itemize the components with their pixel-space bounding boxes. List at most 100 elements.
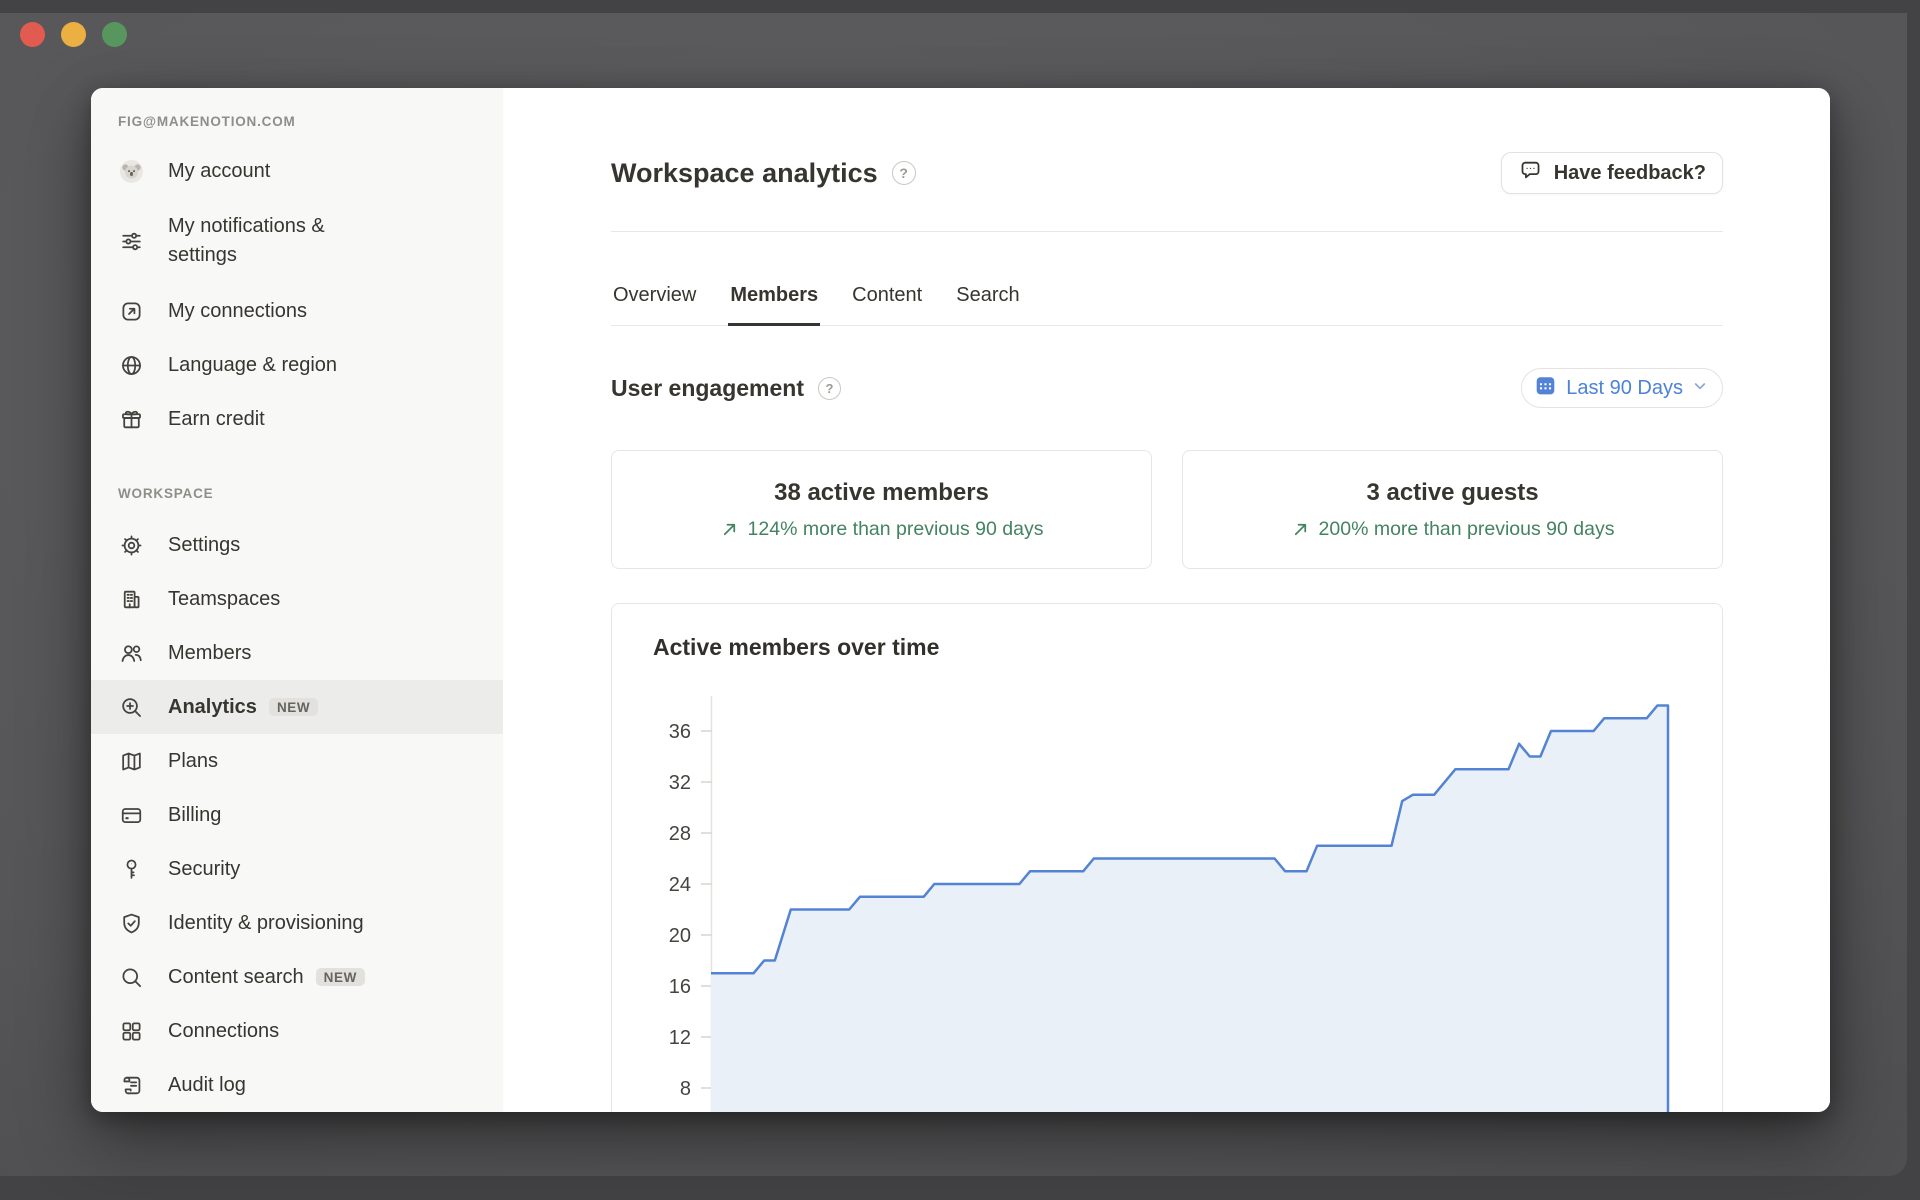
active-guests-card: 3 active guests 200% more than previous … bbox=[1182, 450, 1723, 569]
sidebar-item-my-connections[interactable]: My connections bbox=[91, 284, 503, 338]
sidebar-item-label: My connections bbox=[168, 297, 307, 326]
avatar-icon bbox=[118, 158, 144, 184]
sidebar-item-label: Teamspaces bbox=[168, 585, 280, 614]
sidebar-item-label: Connections bbox=[168, 1017, 279, 1046]
engagement-stat-cards: 38 active members 124% more than previou… bbox=[611, 450, 1723, 569]
svg-text:16: 16 bbox=[669, 976, 691, 998]
sidebar-item-connections[interactable]: Connections bbox=[91, 1004, 503, 1058]
sidebar-item-label: Billing bbox=[168, 801, 221, 830]
arrow-up-right-icon bbox=[1291, 520, 1310, 539]
sidebar-item-audit-log[interactable]: Audit log bbox=[91, 1058, 503, 1112]
sidebar-item-my-account[interactable]: My account bbox=[91, 144, 503, 198]
sidebar-item-identity-provisioning[interactable]: Identity & provisioning bbox=[91, 896, 503, 950]
gear-icon bbox=[118, 532, 144, 558]
tab-search[interactable]: Search bbox=[954, 282, 1021, 326]
gift-icon bbox=[118, 406, 144, 432]
sliders-icon bbox=[118, 228, 144, 254]
sidebar-item-label: Content search bbox=[168, 963, 304, 992]
date-range-dropdown[interactable]: Last 90 Days bbox=[1521, 368, 1723, 408]
minimize-window-button[interactable] bbox=[61, 22, 86, 47]
sidebar-item-settings[interactable]: Settings bbox=[91, 518, 503, 572]
chevron-down-icon bbox=[1692, 377, 1708, 400]
analytics-main-panel: Workspace analytics Have feedback? Overv… bbox=[503, 88, 1830, 1112]
page-title-text: Workspace analytics bbox=[611, 155, 878, 191]
audit-log-icon bbox=[118, 1072, 144, 1098]
zoom-window-button[interactable] bbox=[102, 22, 127, 47]
active-members-delta: 124% more than previous 90 days bbox=[720, 518, 1044, 541]
sidebar-item-billing[interactable]: Billing bbox=[91, 788, 503, 842]
have-feedback-label: Have feedback? bbox=[1554, 162, 1706, 185]
sidebar-item-label: Analytics bbox=[168, 693, 257, 722]
settings-dialog: FIG@MAKENOTION.COM My account My notifica… bbox=[91, 88, 1830, 1112]
calendar-icon bbox=[1534, 374, 1557, 403]
user-engagement-header: User engagement Last 90 Days bbox=[611, 368, 1723, 408]
page-header: Workspace analytics Have feedback? bbox=[611, 152, 1723, 194]
sidebar-item-label: Earn credit bbox=[168, 405, 265, 434]
window-controls bbox=[20, 22, 127, 47]
sidebar-item-label: Plans bbox=[168, 747, 218, 776]
sidebar-item-earn-credit[interactable]: Earn credit bbox=[91, 392, 503, 446]
svg-text:28: 28 bbox=[669, 823, 691, 845]
shield-check-icon bbox=[118, 910, 144, 936]
tab-overview[interactable]: Overview bbox=[611, 282, 698, 326]
svg-text:8: 8 bbox=[680, 1078, 691, 1100]
help-icon[interactable] bbox=[818, 377, 841, 400]
settings-sidebar: FIG@MAKENOTION.COM My account My notifica… bbox=[91, 88, 503, 1112]
close-window-button[interactable] bbox=[20, 22, 45, 47]
sidebar-item-teamspaces[interactable]: Teamspaces bbox=[91, 572, 503, 626]
sidebar-workspace-list: Settings Teamspaces Members Analytics NEW Pla… bbox=[91, 518, 503, 1112]
search-icon bbox=[118, 964, 144, 990]
key-icon bbox=[118, 856, 144, 882]
svg-text:24: 24 bbox=[669, 874, 691, 896]
sidebar-item-content-search[interactable]: Content search NEW bbox=[91, 950, 503, 1004]
active-guests-delta-text: 200% more than previous 90 days bbox=[1319, 518, 1615, 541]
sidebar-item-label: Members bbox=[168, 639, 251, 668]
workspace-section-label: WORKSPACE bbox=[91, 484, 503, 504]
external-link-icon bbox=[118, 298, 144, 324]
sidebar-item-analytics[interactable]: Analytics NEW bbox=[91, 680, 503, 734]
map-icon bbox=[118, 748, 144, 774]
have-feedback-button[interactable]: Have feedback? bbox=[1501, 152, 1723, 194]
arrow-up-right-icon bbox=[720, 520, 739, 539]
active-guests-value: 3 active guests bbox=[1366, 479, 1538, 507]
active-members-delta-text: 124% more than previous 90 days bbox=[748, 518, 1044, 541]
analytics-icon bbox=[118, 694, 144, 720]
sidebar-item-plans[interactable]: Plans bbox=[91, 734, 503, 788]
new-badge: NEW bbox=[269, 698, 318, 717]
svg-text:12: 12 bbox=[669, 1027, 691, 1049]
analytics-tabs: Overview Members Content Search bbox=[611, 232, 1723, 326]
sidebar-item-label: My account bbox=[168, 157, 270, 186]
people-icon bbox=[118, 640, 144, 666]
sidebar-item-members[interactable]: Members bbox=[91, 626, 503, 680]
tab-content[interactable]: Content bbox=[850, 282, 924, 326]
new-badge: NEW bbox=[316, 968, 365, 987]
sidebar-item-my-notifications-settings[interactable]: My notifications & settings bbox=[91, 198, 503, 284]
sidebar-item-label: My notifications & settings bbox=[168, 212, 398, 270]
svg-text:20: 20 bbox=[669, 925, 691, 947]
globe-icon bbox=[118, 352, 144, 378]
credit-card-icon bbox=[118, 802, 144, 828]
user-engagement-title: User engagement bbox=[611, 375, 841, 402]
sidebar-item-label: Audit log bbox=[168, 1071, 246, 1100]
active-members-card: 38 active members 124% more than previou… bbox=[611, 450, 1152, 569]
sidebar-item-language-region[interactable]: Language & region bbox=[91, 338, 503, 392]
help-icon[interactable] bbox=[892, 161, 916, 185]
sidebar-item-label: Security bbox=[168, 855, 240, 884]
date-range-label: Last 90 Days bbox=[1566, 377, 1683, 400]
grid-icon bbox=[118, 1018, 144, 1044]
tab-members[interactable]: Members bbox=[728, 282, 820, 326]
svg-text:32: 32 bbox=[669, 772, 691, 794]
sidebar-item-label: Language & region bbox=[168, 351, 337, 380]
svg-text:36: 36 bbox=[669, 721, 691, 743]
building-icon bbox=[118, 586, 144, 612]
active-members-chart-card: Active members over time 363228242016128 bbox=[611, 603, 1723, 1112]
account-email-label: FIG@MAKENOTION.COM bbox=[91, 112, 503, 132]
sidebar-item-label: Identity & provisioning bbox=[168, 909, 364, 938]
active-members-value: 38 active members bbox=[774, 479, 989, 507]
active-guests-delta: 200% more than previous 90 days bbox=[1291, 518, 1615, 541]
sidebar-account-list: My account My notifications & settings My … bbox=[91, 144, 503, 446]
sidebar-item-security[interactable]: Security bbox=[91, 842, 503, 896]
sidebar-item-label: Settings bbox=[168, 531, 240, 560]
chat-bubble-icon bbox=[1518, 158, 1543, 189]
user-engagement-title-text: User engagement bbox=[611, 375, 804, 402]
